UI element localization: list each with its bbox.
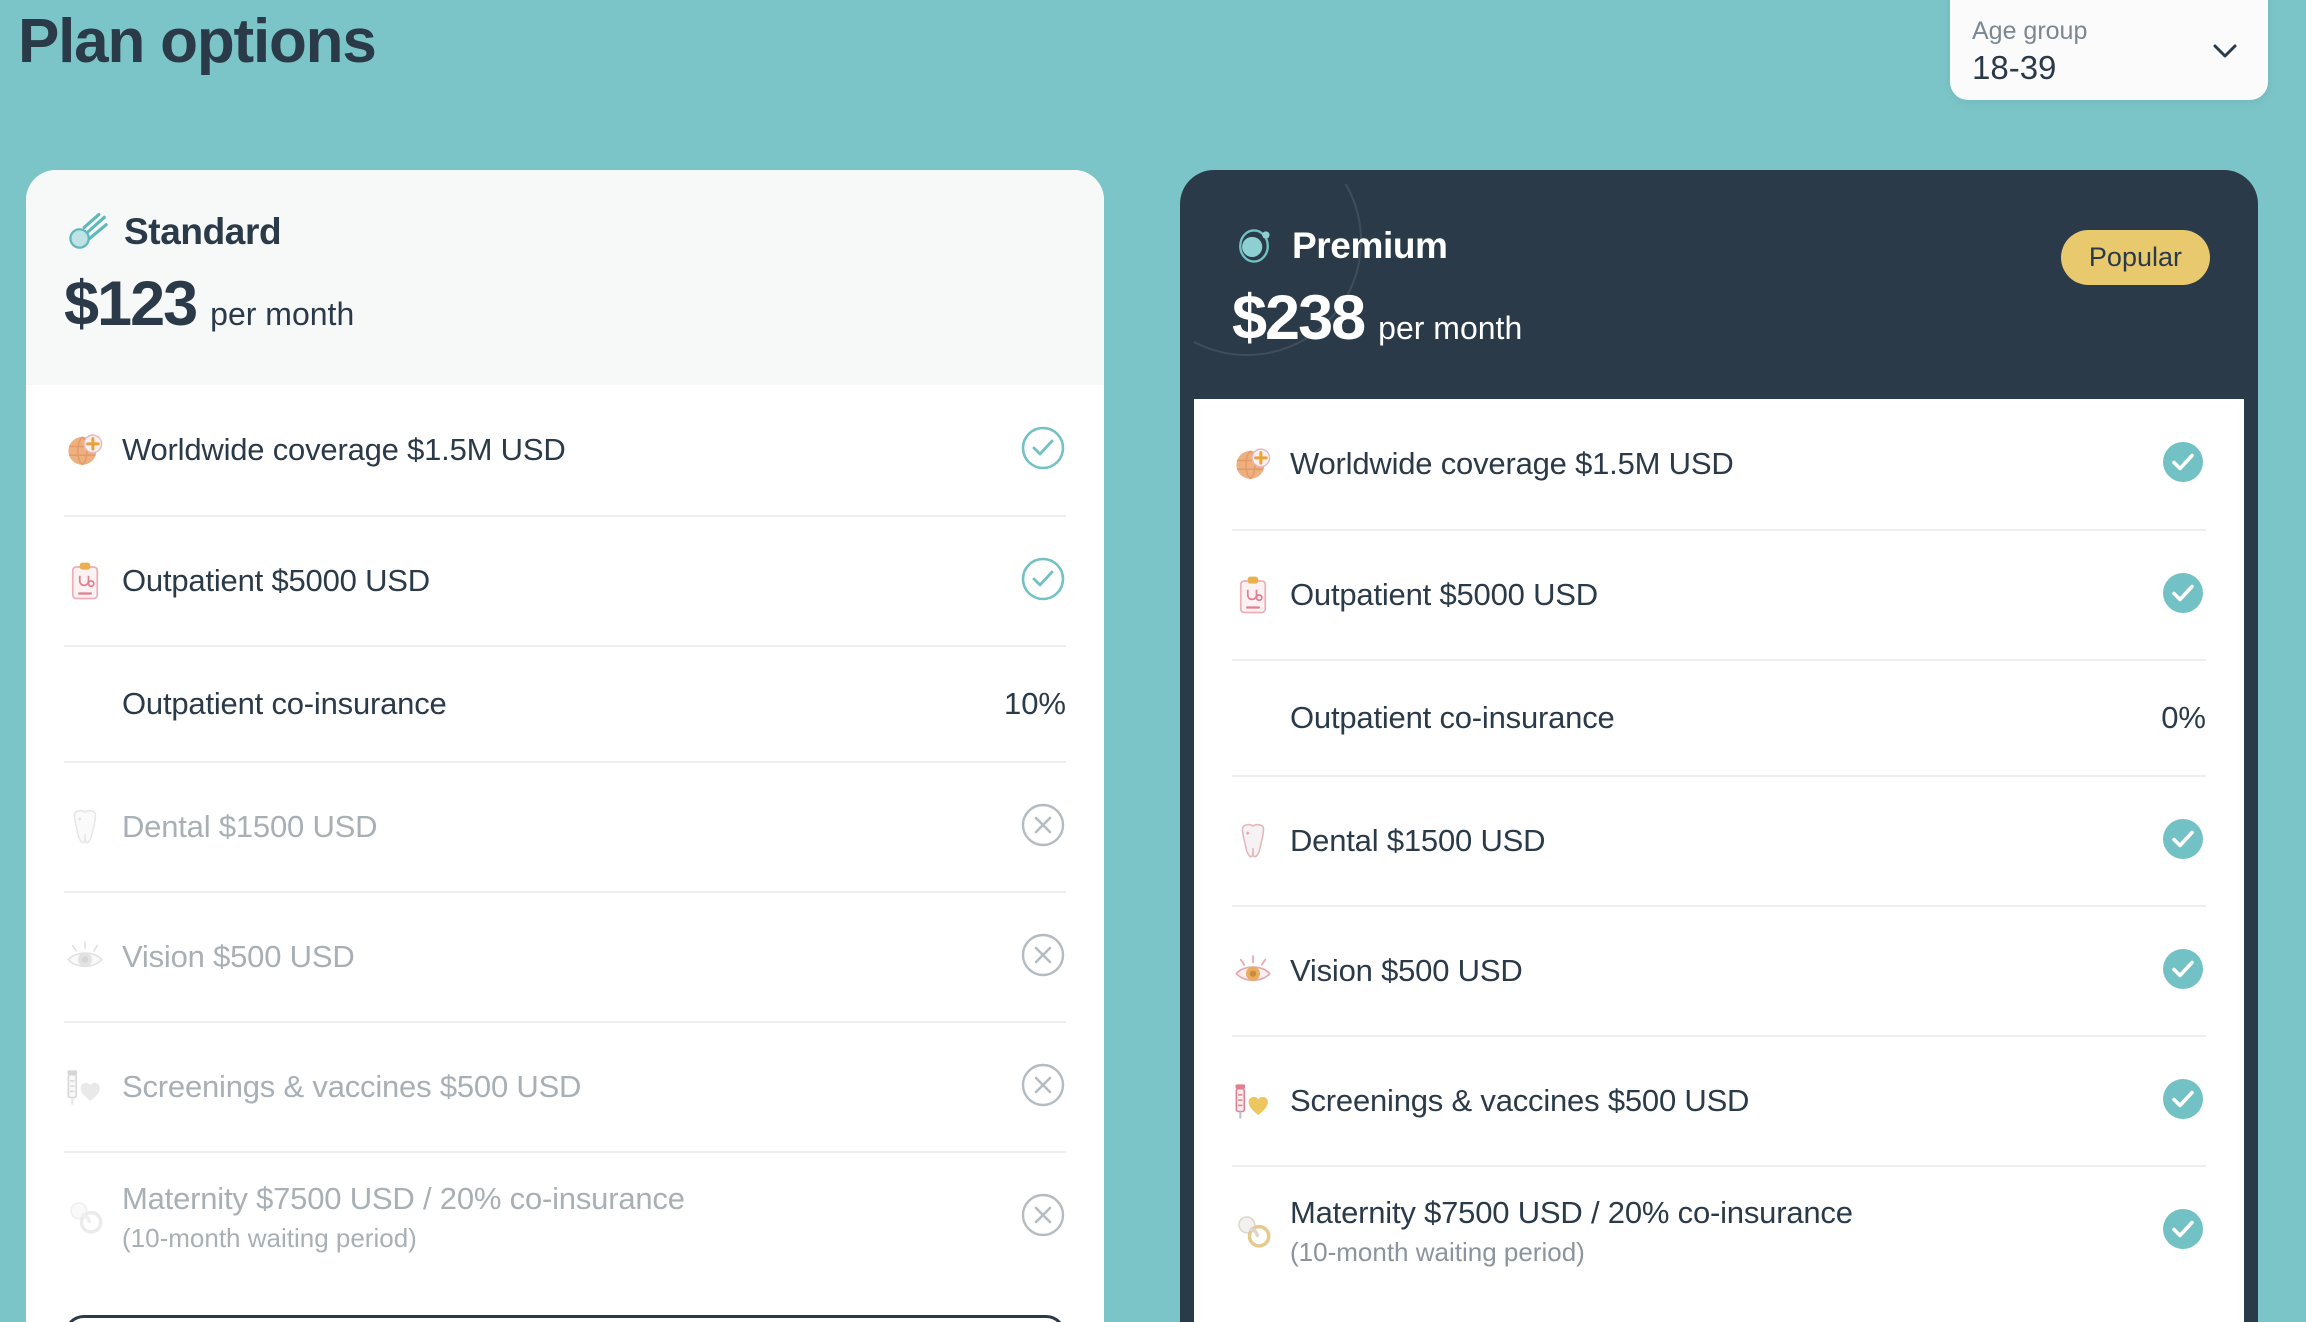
- tooth-icon: [64, 806, 106, 848]
- feature-state: 0%: [2154, 700, 2206, 736]
- feature-state: [1014, 556, 1066, 607]
- clipboard-stethoscope-icon: [1232, 574, 1274, 616]
- status-badge: Popular: [2060, 230, 2210, 285]
- close-circle-icon: [1020, 1062, 1066, 1113]
- feature-list: Worldwide coverage $1.5M USD Outpatient …: [26, 385, 1104, 1281]
- pacifier-icon: [64, 1196, 106, 1238]
- page-title: Plan options: [18, 7, 377, 76]
- age-group-select[interactable]: Age group 18-39: [1950, 0, 2268, 100]
- tooth-icon: [1232, 820, 1274, 862]
- feature-label: Screenings & vaccines $500 USD: [122, 1069, 582, 1104]
- feature-label: Outpatient $5000 USD: [122, 563, 430, 598]
- check-filled-icon: [2160, 946, 2206, 997]
- feature-label: Outpatient co-insurance: [122, 686, 447, 721]
- check-filled-icon: [2160, 1206, 2206, 1257]
- eye-icon: [64, 936, 106, 978]
- feature-label: Maternity $7500 USD / 20% co-insurance: [122, 1180, 685, 1216]
- feature-label: Outpatient $5000 USD: [1290, 577, 1598, 612]
- pacifier-icon: [1232, 1210, 1274, 1252]
- feature-state: [1014, 1192, 1066, 1243]
- feature-state: [1014, 425, 1066, 476]
- feature-row: Worldwide coverage $1.5M USD: [1232, 399, 2206, 529]
- age-group-label: Age group: [1972, 16, 2088, 45]
- feature-label: Dental $1500 USD: [122, 809, 378, 844]
- feature-state: [2154, 1076, 2206, 1127]
- plan-cards: Standard $123 per month Worldwide covera…: [0, 170, 2306, 1322]
- feature-label: Outpatient co-insurance: [1290, 700, 1615, 735]
- eye-icon: [1232, 950, 1274, 992]
- feature-row: Outpatient co-insurance 0%: [1232, 659, 2206, 775]
- plan-period: per month: [1378, 310, 1523, 346]
- feature-state: [1014, 802, 1066, 853]
- syringe-heart-icon: [64, 1066, 106, 1108]
- get-started-button[interactable]: Get started now: [64, 1315, 1066, 1322]
- feature-subtext: (10-month waiting period): [122, 1222, 417, 1253]
- check-outline-icon: [1020, 425, 1066, 476]
- feature-label: Worldwide coverage $1.5M USD: [1290, 446, 1734, 481]
- feature-row: Outpatient $5000 USD: [64, 515, 1066, 645]
- premium-inner: Premium $238 per month Popular Worldwide…: [1194, 184, 2244, 1322]
- feature-row: Maternity $7500 USD / 20% co-insurance (…: [1232, 1165, 2206, 1295]
- plan-card-standard: Standard $123 per month Worldwide covera…: [26, 170, 1104, 1322]
- chevron-down-icon: [2208, 33, 2242, 67]
- feature-state: 10%: [1004, 686, 1066, 722]
- plan-options-page: Plan options Age group 18-39 Standard $1…: [0, 0, 2306, 1322]
- check-filled-icon: [2160, 439, 2206, 490]
- feature-row: Screenings & vaccines $500 USD: [1232, 1035, 2206, 1165]
- plan-name: Standard: [124, 211, 282, 252]
- feature-row: Worldwide coverage $1.5M USD: [64, 385, 1066, 515]
- planet-orbit-icon: [1232, 224, 1276, 268]
- feature-label: Vision $500 USD: [1290, 953, 1523, 988]
- feature-row: Vision $500 USD: [1232, 905, 2206, 1035]
- plan-price: $238: [1232, 283, 1366, 353]
- comet-icon: [64, 210, 108, 254]
- cta-wrap: Get started now: [1194, 1295, 2244, 1322]
- feature-state: [1014, 932, 1066, 983]
- plan-card-premium: Premium $238 per month Popular Worldwide…: [1180, 170, 2258, 1322]
- age-group-value: 18-39: [1972, 49, 2057, 86]
- plan-name: Premium: [1292, 225, 1448, 266]
- feature-row: Dental $1500 USD: [1232, 775, 2206, 905]
- plan-header: Standard $123 per month: [26, 170, 1104, 385]
- close-circle-icon: [1020, 932, 1066, 983]
- feature-state: [1014, 1062, 1066, 1113]
- plan-header: Premium $238 per month Popular: [1194, 184, 2244, 399]
- feature-row: Maternity $7500 USD / 20% co-insurance (…: [64, 1151, 1066, 1281]
- plan-period: per month: [210, 296, 355, 332]
- close-circle-icon: [1020, 1192, 1066, 1243]
- feature-list: Worldwide coverage $1.5M USD Outpatient …: [1194, 399, 2244, 1295]
- clipboard-stethoscope-icon: [64, 560, 106, 602]
- cta-wrap: Get started now: [26, 1281, 1104, 1322]
- check-filled-icon: [2160, 570, 2206, 621]
- globe-medical-icon: [1232, 443, 1274, 485]
- feature-row: Screenings & vaccines $500 USD: [64, 1021, 1066, 1151]
- check-outline-icon: [1020, 556, 1066, 607]
- feature-label: Vision $500 USD: [122, 939, 355, 974]
- feature-label: Screenings & vaccines $500 USD: [1290, 1083, 1750, 1118]
- plan-price: $123: [64, 269, 198, 339]
- feature-row: Dental $1500 USD: [64, 761, 1066, 891]
- feature-subtext: (10-month waiting period): [1290, 1236, 1585, 1267]
- feature-label: Worldwide coverage $1.5M USD: [122, 432, 566, 467]
- close-circle-icon: [1020, 802, 1066, 853]
- feature-state: [2154, 439, 2206, 490]
- globe-medical-icon: [64, 429, 106, 471]
- feature-state: [2154, 1206, 2206, 1257]
- feature-label: Dental $1500 USD: [1290, 823, 1546, 858]
- feature-state: [2154, 946, 2206, 997]
- feature-label: Maternity $7500 USD / 20% co-insurance: [1290, 1194, 1853, 1230]
- feature-state: [2154, 816, 2206, 867]
- feature-row: Vision $500 USD: [64, 891, 1066, 1021]
- check-filled-icon: [2160, 1076, 2206, 1127]
- syringe-heart-icon: [1232, 1080, 1274, 1122]
- feature-value: 0%: [2161, 700, 2206, 735]
- feature-row: Outpatient $5000 USD: [1232, 529, 2206, 659]
- feature-value: 10%: [1003, 686, 1066, 721]
- feature-state: [2154, 570, 2206, 621]
- check-filled-icon: [2160, 816, 2206, 867]
- feature-row: Outpatient co-insurance 10%: [64, 645, 1066, 761]
